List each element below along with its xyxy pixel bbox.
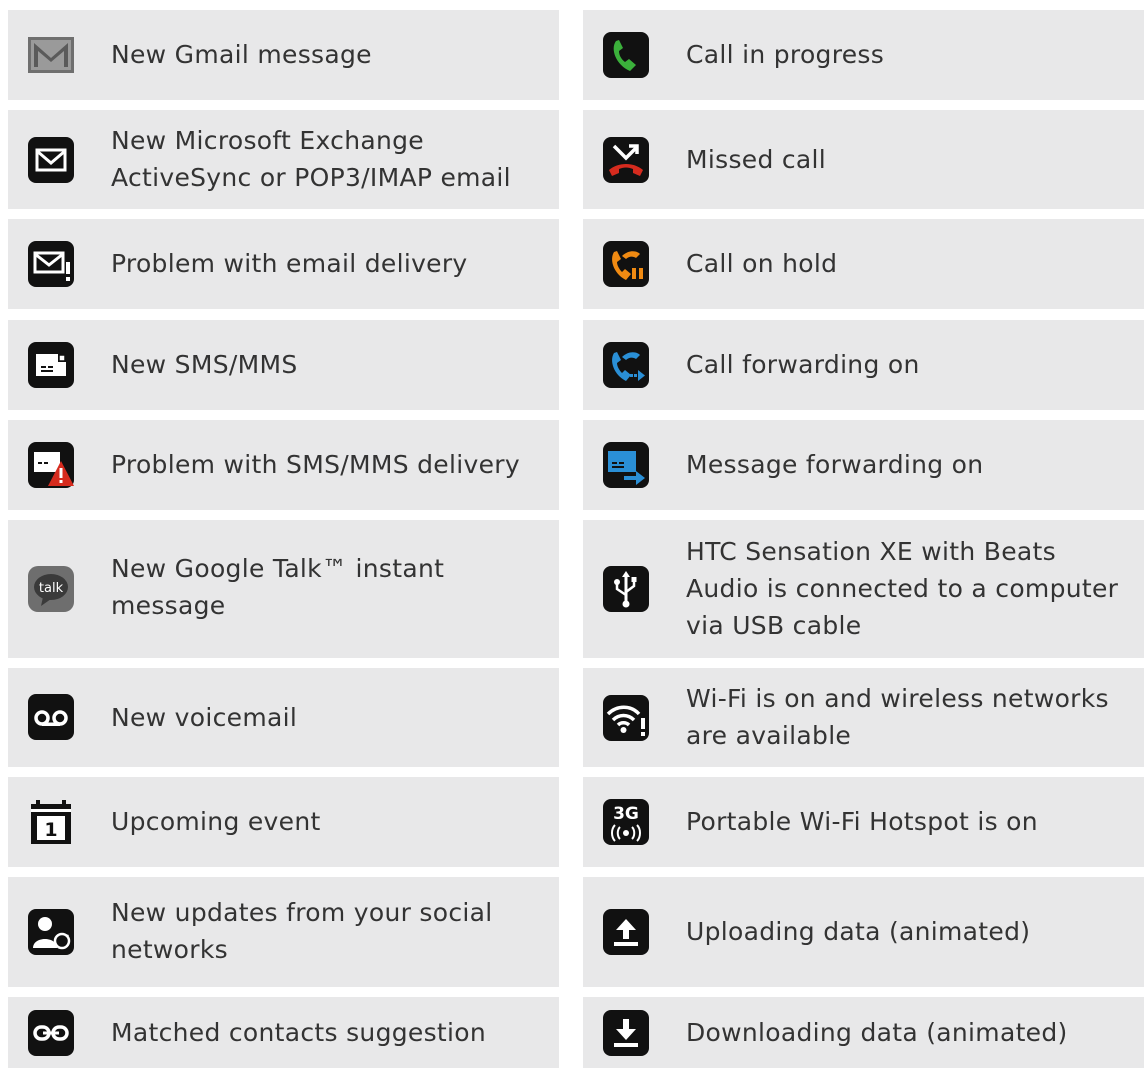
upload-icon [602, 908, 650, 956]
sms-icon [27, 341, 75, 389]
list-item-call-in-progress: Call in progress [583, 10, 1144, 100]
notification-label: Message forwarding on [686, 450, 984, 479]
notification-label: Problem with email delivery [111, 249, 468, 278]
call-hold-icon [602, 240, 650, 288]
list-item-uploading: Uploading data (animated) [583, 877, 1144, 987]
notification-label: Downloading data (animated) [686, 1018, 1068, 1047]
notification-label: Call in progress [686, 40, 885, 69]
notification-label: Wi-Fi is on and wireless networks are av… [686, 684, 1109, 750]
usb-icon [602, 565, 650, 613]
voicemail-icon [27, 693, 75, 741]
link-icon [27, 1009, 75, 1057]
calendar-icon: 1 [27, 798, 75, 846]
list-item-call-hold: Call on hold [583, 219, 1144, 309]
list-item-calendar: 1 Upcoming event [8, 777, 559, 867]
notification-label: New voicemail [111, 703, 298, 732]
notification-label: Missed call [686, 145, 827, 174]
list-item-voicemail: New voicemail [8, 668, 559, 767]
notification-label: Call on hold [686, 249, 838, 278]
download-icon [602, 1009, 650, 1057]
google-talk-icon: talk [27, 565, 75, 613]
notification-label: Call forwarding on [686, 350, 920, 379]
notification-label: New SMS/MMS [111, 350, 298, 379]
notification-label: Uploading data (animated) [686, 917, 1031, 946]
svg-text:talk: talk [39, 581, 64, 596]
list-item-downloading: Downloading data (animated) [583, 997, 1144, 1068]
notification-label: New updates from your social networks [111, 898, 493, 964]
notification-label: Portable Wi-Fi Hotspot is on [686, 807, 1038, 836]
list-item-usb-connected: HTC Sensation XE with Beats Audio is con… [583, 520, 1144, 658]
notification-label: Matched contacts suggestion [111, 1018, 487, 1047]
list-item-sms: New SMS/MMS [8, 320, 559, 410]
notification-label: Upcoming event [111, 807, 321, 836]
list-item-matched-contacts: Matched contacts suggestion [8, 997, 559, 1068]
email-error-icon [27, 240, 75, 288]
notification-label: New Gmail message [111, 40, 372, 69]
list-item-google-talk: talk New Google Talk™ instant message [8, 520, 559, 658]
notification-label: New Google Talk™ instant message [111, 554, 445, 620]
message-forwarding-icon [602, 441, 650, 489]
notification-label: Problem with SMS/MMS delivery [111, 450, 520, 479]
list-item-hotspot: 3G Portable Wi-Fi Hotspot is on [583, 777, 1144, 867]
call-in-progress-icon [602, 31, 650, 79]
svg-text:1: 1 [44, 819, 57, 841]
list-item-message-forwarding: Message forwarding on [583, 420, 1144, 510]
list-item-exchange-email: New Microsoft Exchange ActiveSync or POP… [8, 110, 559, 209]
list-item-social-updates: New updates from your social networks [8, 877, 559, 987]
list-item-call-forwarding: Call forwarding on [583, 320, 1144, 410]
hotspot-3g-icon: 3G [602, 798, 650, 846]
list-item-sms-error: Problem with SMS/MMS delivery [8, 420, 559, 510]
call-forwarding-icon [602, 341, 650, 389]
list-item-missed-call: Missed call [583, 110, 1144, 209]
sms-warning-icon [27, 441, 75, 489]
gmail-envelope-icon [27, 31, 75, 79]
list-item-gmail: New Gmail message [8, 10, 559, 100]
svg-text:3G: 3G [613, 804, 639, 824]
list-item-wifi-available: Wi-Fi is on and wireless networks are av… [583, 668, 1144, 767]
social-update-icon [27, 908, 75, 956]
notification-label: New Microsoft Exchange ActiveSync or POP… [111, 126, 511, 192]
list-item-email-error: Problem with email delivery [8, 219, 559, 309]
notification-label: HTC Sensation XE with Beats Audio is con… [686, 537, 1119, 640]
wifi-available-icon [602, 694, 650, 742]
missed-call-icon [602, 136, 650, 184]
email-envelope-icon [27, 136, 75, 184]
